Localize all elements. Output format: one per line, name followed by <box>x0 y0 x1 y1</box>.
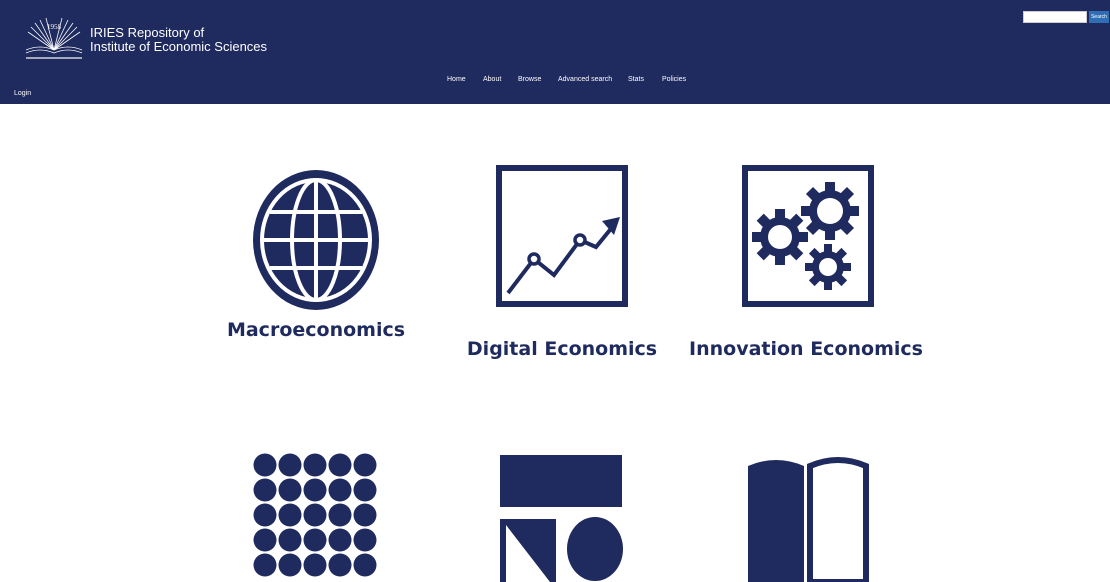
nav-policies[interactable]: Policies <box>662 76 686 83</box>
growth-chart-icon <box>496 165 628 307</box>
search-button[interactable]: Search <box>1089 11 1109 23</box>
nav-about[interactable]: About <box>483 76 501 83</box>
tile-innovation-economics[interactable] <box>742 165 874 307</box>
main-nav: Home About Browse Advanced search Stats … <box>0 76 1110 88</box>
nav-advanced-search[interactable]: Advanced search <box>558 76 612 83</box>
tile-shapes[interactable] <box>500 455 626 582</box>
tile-digital-economics[interactable] <box>496 165 628 307</box>
globe-icon <box>253 170 379 310</box>
site-header: 1958 IRIES Repository of Institute of Ec… <box>0 0 1110 104</box>
open-book-icon <box>748 457 869 582</box>
site-title-line-1: IRIES Repository of <box>90 25 205 40</box>
tile-macroeconomics[interactable] <box>250 168 382 312</box>
nav-browse[interactable]: Browse <box>518 76 541 83</box>
shapes-icon <box>500 455 623 582</box>
logo-year: 1958 <box>47 23 62 31</box>
site-title-line-2: Institute of Economic Sciences <box>90 39 268 54</box>
tile-label-innovation-economics[interactable]: Innovation Economics <box>689 338 923 360</box>
search-input[interactable] <box>1023 11 1087 23</box>
gears-icon <box>742 165 874 307</box>
tile-dot-grid[interactable] <box>252 452 378 582</box>
institute-logo[interactable]: 1958 <box>22 16 86 64</box>
open-book-sunburst-logo-icon: 1958 <box>25 17 83 59</box>
dot-grid-icon <box>253 453 377 577</box>
tile-open-book[interactable] <box>744 456 870 582</box>
nav-stats[interactable]: Stats <box>628 76 644 83</box>
tile-label-digital-economics[interactable]: Digital Economics <box>467 338 657 360</box>
site-title[interactable]: IRIES Repository of Institute of Economi… <box>90 26 267 54</box>
nav-home[interactable]: Home <box>447 76 466 83</box>
tile-label-macroeconomics[interactable]: Macroeconomics <box>227 319 405 341</box>
login-link[interactable]: Login <box>14 90 31 97</box>
